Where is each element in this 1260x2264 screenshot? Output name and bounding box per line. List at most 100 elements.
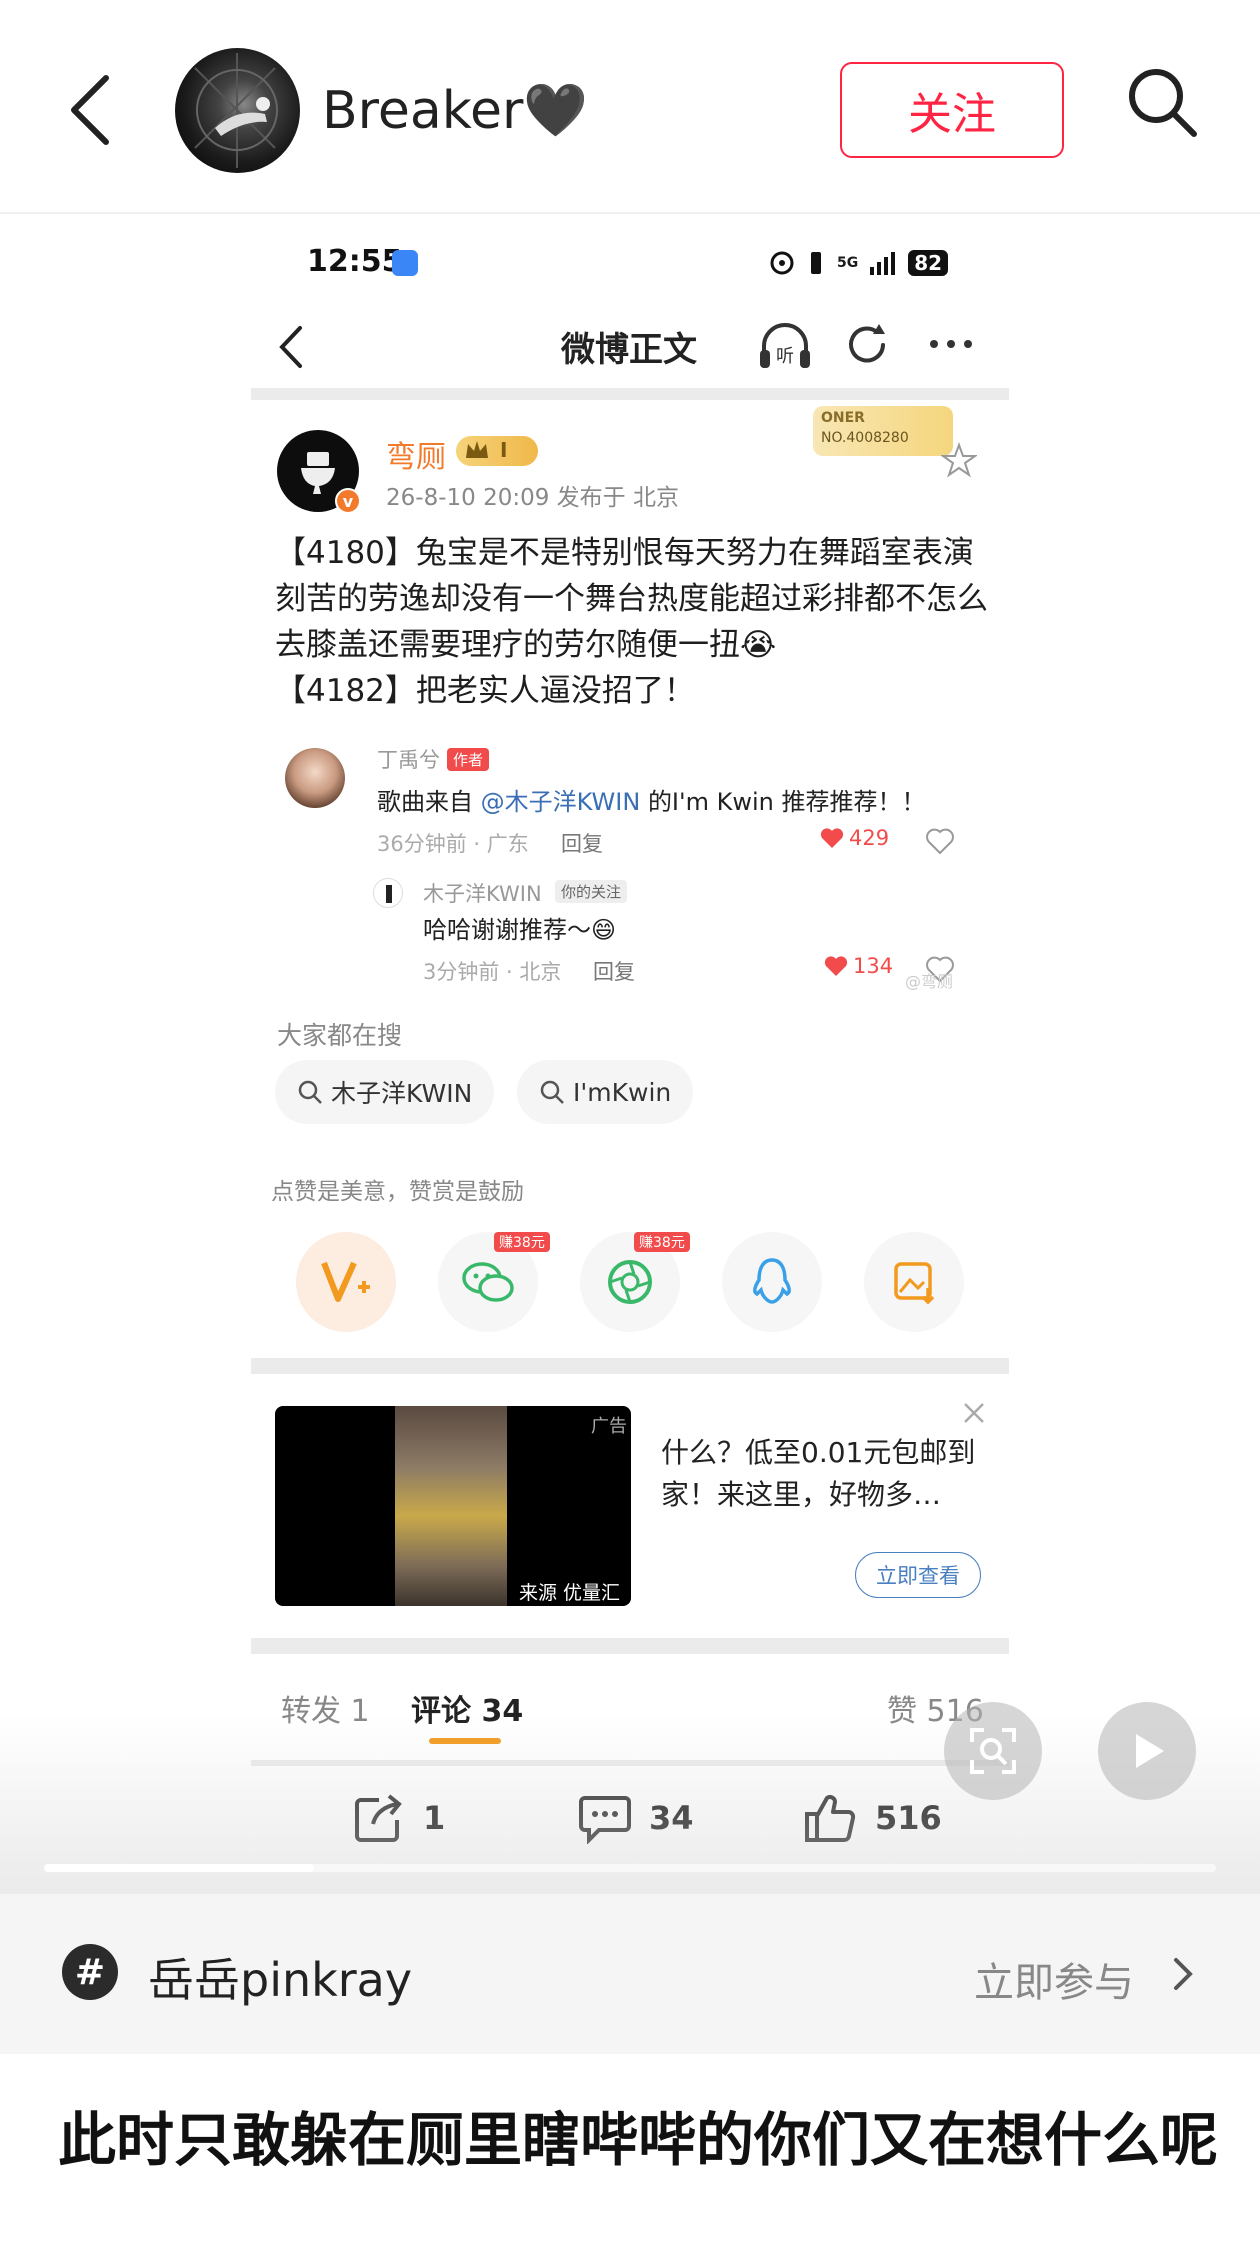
- comment-likes-count: 134: [853, 954, 894, 978]
- dislike-icon: [925, 826, 955, 856]
- search-button[interactable]: [1122, 62, 1202, 142]
- vip-badge: I: [456, 436, 538, 466]
- comment-icon: [579, 1796, 631, 1844]
- weibo-nav-bar: 微博正文 听: [251, 304, 1009, 384]
- search-icon: [540, 1080, 564, 1104]
- star-icon: [939, 442, 979, 478]
- chevron-right-icon[interactable]: [1170, 1954, 1196, 1994]
- search-icon: [298, 1080, 322, 1104]
- search-chip: I'mKwin: [517, 1060, 694, 1124]
- follow-button[interactable]: 关注: [840, 62, 1064, 158]
- topic-row[interactable]: # 岳岳pinkray 立即参与: [0, 1894, 1260, 2054]
- comment-likes: 134: [823, 954, 893, 978]
- status-icons: 5G 82: [769, 250, 949, 276]
- tab-reposts: 转发 1: [281, 1694, 370, 1729]
- svg-text:听: 听: [776, 346, 794, 367]
- post-image[interactable]: 12:55 5G 82 微博正文 听 v 弯厕 I ONER NO.400828…: [0, 214, 1260, 1894]
- tab-underline: [429, 1738, 501, 1744]
- heart-icon: [820, 828, 844, 848]
- qq-icon: [722, 1232, 822, 1332]
- hashtag-icon: #: [62, 1944, 118, 2000]
- comment-author-name: 丁禹兮: [377, 748, 440, 772]
- comment-count: 34: [649, 1799, 694, 1837]
- ad-view-button: 立即查看: [855, 1552, 981, 1598]
- ad-source: 来源 优量汇: [519, 1582, 621, 1604]
- user-name[interactable]: Breaker🖤: [322, 80, 588, 141]
- weibo-page-title: 微博正文: [561, 330, 697, 370]
- earn-tag: 赚38元: [634, 1232, 690, 1252]
- post-author-name: 弯厕: [386, 440, 446, 475]
- comment-author-name: 木子洋KWIN: [423, 882, 542, 906]
- comment-avatar: [285, 748, 345, 808]
- comment-likes: 429: [819, 826, 889, 850]
- divider: [251, 388, 1009, 400]
- like-action: 516: [803, 1792, 942, 1844]
- comment-meta: 36分钟前 · 广东: [377, 832, 529, 856]
- search-chip: 木子洋KWIN: [275, 1060, 495, 1124]
- image-progress-fill: [44, 1864, 314, 1872]
- comment-text-before: 歌曲来自: [377, 788, 473, 816]
- comment-reply: 回复: [593, 960, 635, 984]
- scan-text-button[interactable]: [944, 1702, 1042, 1800]
- more-icon: [926, 334, 976, 354]
- like-count: 516: [875, 1799, 942, 1837]
- crown-icon: [466, 441, 488, 458]
- divider: [251, 1760, 1009, 1766]
- divider: [251, 1638, 1009, 1654]
- ad-image: [395, 1406, 507, 1606]
- close-icon: [959, 1398, 989, 1428]
- message-icon: [392, 250, 418, 276]
- topic-join-button[interactable]: 立即参与: [974, 1950, 1134, 2008]
- repost-count: 1: [423, 1799, 446, 1837]
- status-bar: 12:55 5G 82: [251, 244, 1009, 284]
- refresh-icon: [843, 320, 893, 370]
- fans-badge-title: ONER: [821, 410, 865, 426]
- search-icon: [1129, 69, 1197, 137]
- comment-meta: 3分钟前 · 北京: [423, 960, 562, 984]
- ad-video-thumbnail: 广告 来源 优量汇: [275, 1406, 631, 1606]
- search-chip-label: I'mKwin: [573, 1077, 672, 1107]
- post-text: 【4180】兔宝是不是特别恨每天努力在舞蹈室表演刻苦的劳逸却没有一个舞台热度能超…: [275, 535, 988, 709]
- back-arrow-icon: [71, 75, 109, 145]
- divider: [251, 1358, 1009, 1374]
- repost-action: 1: [351, 1792, 445, 1844]
- scan-icon: [970, 1728, 1016, 1774]
- play-button[interactable]: [1098, 1702, 1196, 1800]
- comment-avatar: [373, 878, 403, 908]
- ad-text: 什么？低至0.01元包邮到家！来这里，好物多…: [661, 1436, 976, 1511]
- avatar[interactable]: [175, 48, 300, 173]
- comment-mention: @木子洋KWIN: [480, 788, 641, 816]
- topic-name[interactable]: 岳岳pinkray: [148, 1944, 412, 2010]
- save-image-icon: [864, 1232, 964, 1332]
- reward-icon: [296, 1232, 396, 1332]
- comment-text: 哈哈谢谢推荐～😄: [423, 916, 617, 944]
- comment-text-after: 的I'm Kwin 推荐推荐！！: [647, 788, 926, 816]
- comment-action: 34: [577, 1792, 694, 1844]
- weibo-screenshot: 12:55 5G 82 微博正文 听 v 弯厕 I ONER NO.400828…: [251, 214, 1009, 1894]
- play-icon: [1136, 1734, 1164, 1768]
- share-icon: [355, 1794, 402, 1842]
- earn-tag: 赚38元: [494, 1232, 550, 1252]
- post-title: 此时只敢躲在厕里瞎哔哔的你们又在想什么呢: [58, 2106, 1219, 2174]
- weibo-back-icon: [276, 324, 306, 370]
- fans-badge: ONER NO.4008280: [813, 406, 953, 456]
- network-label: 5G: [837, 255, 859, 271]
- comment-reply: 回复: [561, 832, 603, 856]
- tab-comments: 评论 34: [411, 1694, 524, 1729]
- image-progress-track: [44, 1864, 1216, 1872]
- post-author-avatar: v: [277, 430, 361, 514]
- reward-label: 点赞是美意，赞赏是鼓励: [271, 1179, 524, 1205]
- author-tag: 作者: [447, 748, 490, 771]
- comment-likes-count: 429: [849, 826, 890, 850]
- post-tabs: 转发 1 评论 34 赞 516: [251, 1668, 1009, 1758]
- comment-text: 歌曲来自 @木子洋KWIN 的I'm Kwin 推荐推荐！！: [377, 782, 926, 817]
- ad-tag: 广告: [591, 1416, 627, 1437]
- trending-search-label: 大家都在搜: [277, 1021, 403, 1050]
- verified-badge: v: [335, 488, 361, 514]
- weibo-action-bar: 1 34 516: [251, 1774, 1009, 1864]
- vip-level: I: [500, 438, 508, 462]
- back-button[interactable]: [62, 70, 122, 150]
- following-tag: 你的关注: [555, 880, 628, 903]
- fans-badge-number: NO.4008280: [821, 430, 909, 446]
- like-icon: [805, 1795, 856, 1842]
